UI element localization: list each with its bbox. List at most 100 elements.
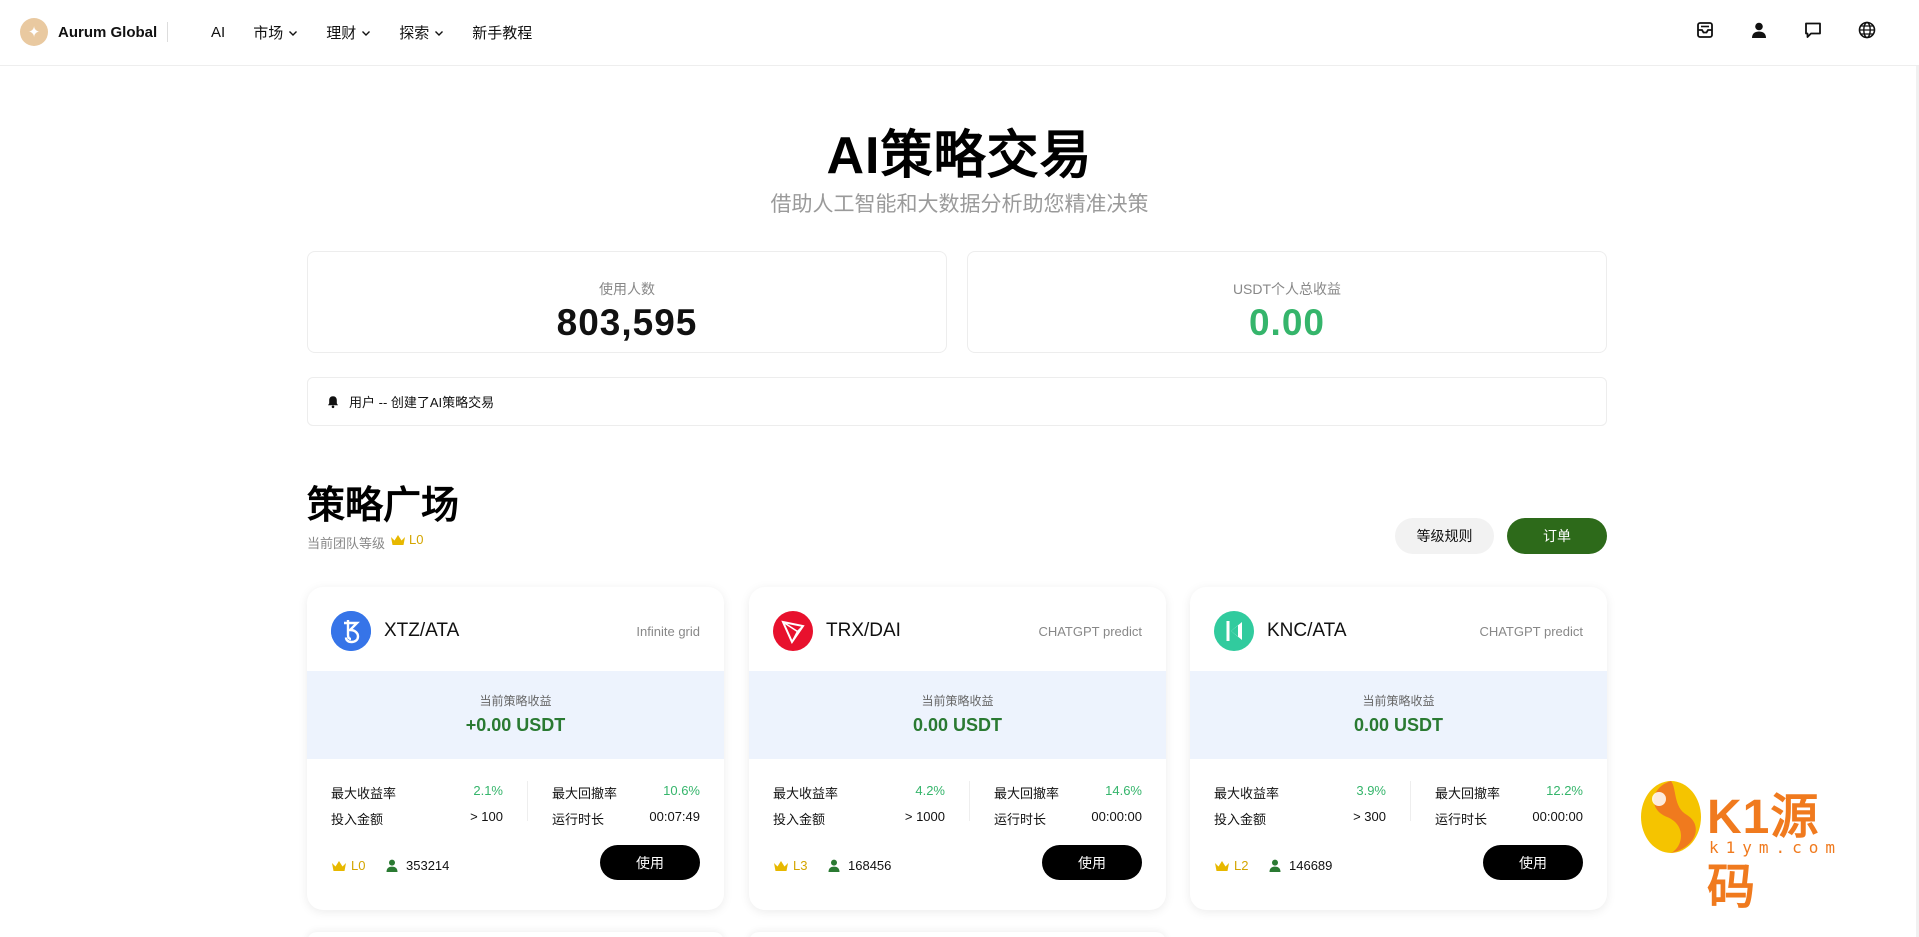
max-return-row: 最大收益率 3.9%	[1214, 783, 1386, 802]
team-level: 当前团队等级 L0	[307, 532, 423, 552]
strategy-card: XTZ/ATA Infinite grid 当前策略收益 +0.00 USDT …	[307, 587, 724, 910]
crown-icon	[332, 860, 346, 871]
kyber-icon	[1214, 611, 1254, 651]
max-drawdown-row: 最大回撤率 12.2%	[1435, 783, 1583, 802]
level-value: L0	[351, 858, 366, 873]
watermark-subtitle: k1ym.com	[1709, 838, 1843, 857]
use-strategy-button[interactable]: 使用	[1042, 845, 1142, 880]
runtime-row: 运行时长 00:00:00	[994, 809, 1142, 828]
user-icon	[1269, 859, 1281, 872]
max-drawdown-label: 最大回撤率	[552, 786, 618, 801]
card-header: TRX/DAI CHATGPT predict	[749, 587, 1166, 671]
watermark: K1源码 k1ym.com	[1637, 775, 1847, 914]
card-header: XTZ/ATA Infinite grid	[307, 587, 724, 671]
max-return-value: 4.2%	[915, 783, 945, 798]
use-strategy-button[interactable]: 使用	[1483, 845, 1583, 880]
card-profit-panel: 当前策略收益 +0.00 USDT	[307, 671, 724, 759]
profit-label: 当前策略收益	[921, 694, 994, 708]
card-strategy-type: Infinite grid	[636, 624, 700, 639]
card-strategy-type: CHATGPT predict	[1038, 624, 1142, 639]
runtime-label: 运行时长	[1435, 812, 1488, 827]
sparkle-icon: ✦	[20, 18, 48, 46]
nav-item-tutorial[interactable]: 新手教程	[472, 22, 532, 43]
max-return-value: 3.9%	[1356, 783, 1386, 798]
runtime-row: 运行时长 00:00:00	[1435, 809, 1583, 828]
max-drawdown-row: 最大回撤率 10.6%	[552, 783, 700, 802]
nav-item-explore[interactable]: 探索	[399, 22, 444, 43]
card-stats: 最大收益率 4.2% 投入金额 > 1000 最大回撤率 14.6% 运行时长 …	[749, 759, 1166, 843]
page-title: AI策略交易	[826, 127, 1093, 185]
invest-label: 投入金额	[1214, 812, 1267, 827]
crown-icon	[1215, 860, 1229, 871]
user-icon	[386, 859, 398, 872]
nav-item-label: 探索	[399, 25, 430, 42]
chevron-down-icon	[289, 30, 298, 36]
globe-icon[interactable]	[1857, 20, 1877, 40]
user-icon	[828, 859, 840, 872]
top-navigation-bar: ✦ Aurum Global AI 市场 理财 探索 新手教程	[0, 0, 1919, 66]
main-nav: AI 市场 理财 探索 新手教程	[211, 22, 532, 43]
strategy-card-partial	[307, 932, 724, 937]
nav-item-label: AI	[211, 24, 226, 41]
users-value: 168456	[848, 858, 892, 873]
users-stat-value: 803,595	[556, 302, 698, 343]
top-actions	[1695, 20, 1877, 40]
team-level-badge: L0	[390, 532, 423, 547]
brand[interactable]: ✦ Aurum Global	[20, 18, 157, 46]
card-footer: L2 146689 使用	[1190, 843, 1607, 910]
bell-icon	[328, 395, 338, 408]
users-value: 353214	[406, 858, 450, 873]
brand-name: Aurum Global	[58, 23, 158, 41]
orders-button[interactable]: 订单	[1507, 518, 1607, 554]
card-stats: 最大收益率 2.1% 投入金额 > 100 最大回撤率 10.6% 运行时长 0…	[307, 759, 724, 843]
stats-divider	[527, 781, 528, 821]
card-footer: L3 168456 使用	[749, 843, 1166, 910]
card-profit-panel: 当前策略收益 0.00 USDT	[1190, 671, 1607, 759]
strategy-card: TRX/DAI CHATGPT predict 当前策略收益 0.00 USDT…	[749, 587, 1166, 910]
max-drawdown-label: 最大回撤率	[1435, 786, 1501, 801]
nav-item-market[interactable]: 市场	[253, 22, 298, 43]
runtime-label: 运行时长	[994, 812, 1047, 827]
profit-value: +0.00 USDT	[465, 715, 566, 735]
use-strategy-button[interactable]: 使用	[600, 845, 700, 880]
nav-item-label: 市场	[253, 25, 284, 42]
profit-label: 当前策略收益	[479, 694, 552, 708]
invest-value: > 300	[1353, 809, 1386, 824]
level-rules-button[interactable]: 等级规则	[1395, 518, 1494, 554]
chat-icon[interactable]	[1803, 20, 1823, 40]
nav-item-finance[interactable]: 理财	[326, 22, 371, 43]
runtime-label: 运行时长	[552, 812, 605, 827]
max-drawdown-value: 14.6%	[1105, 783, 1142, 798]
user-icon[interactable]	[1749, 20, 1769, 40]
max-return-label: 最大收益率	[773, 786, 839, 801]
nav-item-ai[interactable]: AI	[211, 22, 225, 43]
watermark-logo	[1641, 781, 1701, 853]
max-drawdown-value: 12.2%	[1546, 783, 1583, 798]
profit-stat-card: USDT个人总收益 0.00	[967, 251, 1607, 353]
invest-value: > 1000	[904, 809, 945, 824]
max-return-row: 最大收益率 2.1%	[331, 783, 503, 802]
max-return-value: 2.1%	[473, 783, 503, 798]
tezos-icon	[331, 611, 371, 651]
card-strategy-type: CHATGPT predict	[1479, 624, 1583, 639]
page-subtitle: 借助人工智能和大数据分析助您精准决策	[770, 193, 1149, 216]
runtime-value: 00:00:00	[1532, 809, 1583, 824]
invest-row: 投入金额 > 300	[1214, 809, 1386, 828]
users-stat-label: 使用人数	[599, 281, 655, 297]
card-pair: KNC/ATA	[1267, 620, 1347, 641]
strategy-card: KNC/ATA CHATGPT predict 当前策略收益 0.00 USDT…	[1190, 587, 1607, 910]
nav-item-label: 新手教程	[472, 25, 533, 42]
profit-label: 当前策略收益	[1362, 694, 1435, 708]
max-return-label: 最大收益率	[331, 786, 397, 801]
inbox-icon[interactable]	[1695, 20, 1715, 40]
users-value: 146689	[1289, 858, 1333, 873]
crown-icon	[391, 534, 406, 545]
runtime-value: 00:00:00	[1091, 809, 1142, 824]
invest-label: 投入金额	[773, 812, 826, 827]
profit-stat-label: USDT个人总收益	[1232, 281, 1342, 297]
card-pair: XTZ/ATA	[384, 620, 460, 641]
invest-row: 投入金额 > 100	[331, 809, 503, 828]
level-value: L2	[1234, 858, 1249, 873]
users-stat-card: 使用人数 803,595	[307, 251, 947, 353]
chevron-down-icon	[435, 30, 444, 36]
